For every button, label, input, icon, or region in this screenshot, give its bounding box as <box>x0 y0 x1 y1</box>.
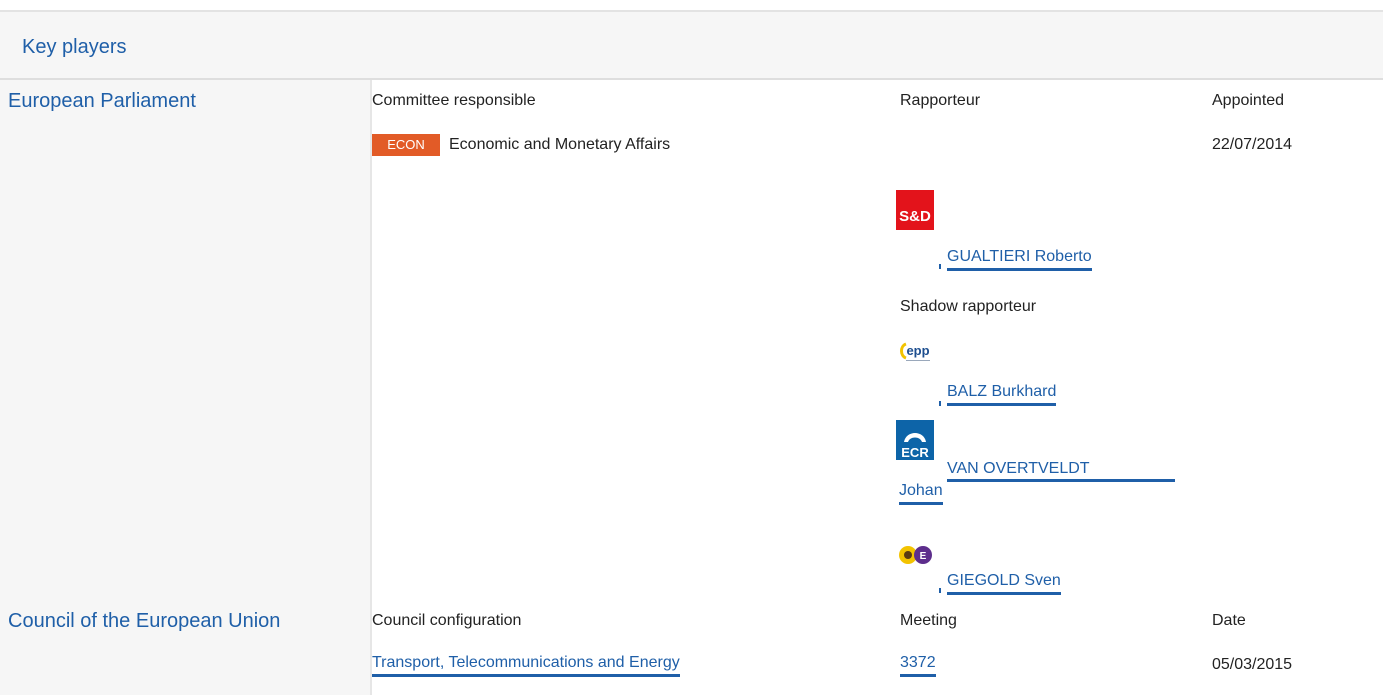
committee-name: Economic and Monetary Affairs <box>449 136 671 153</box>
meeting-link[interactable]: 3372 <box>900 654 936 677</box>
institution-council: Council of the European Union <box>8 610 281 632</box>
svg-text:E: E <box>920 551 927 562</box>
institution-column <box>0 80 370 695</box>
link-tick-mark <box>939 588 941 593</box>
shadow-link-van-overtveldt-line2[interactable]: Johan <box>899 482 943 505</box>
shadow-link-van-overtveldt-line1[interactable]: VAN OVERTVELDT <box>947 460 1090 480</box>
header-date: Date <box>1212 612 1246 629</box>
shadow-link-giegold[interactable]: GIEGOLD Sven <box>947 572 1061 595</box>
key-players-panel: Key players European Parliament Committe… <box>0 10 1383 695</box>
council-date: 05/03/2015 <box>1212 656 1293 673</box>
header-committee-responsible: Committee responsible <box>372 92 536 109</box>
header-appointed: Appointed <box>1212 92 1285 109</box>
sd-logo-icon: S&D <box>896 190 934 230</box>
appointed-date: 22/07/2014 <box>1212 136 1293 153</box>
link-tick-mark <box>939 401 941 406</box>
section-header: Key players <box>0 10 1383 80</box>
svg-text:ECR: ECR <box>901 445 929 460</box>
svg-text:epp: epp <box>906 343 929 358</box>
shadow-rapporteur-label: Shadow rapporteur <box>900 298 1037 315</box>
epp-logo-icon: epp <box>896 332 934 372</box>
committee-code-badge: ECON <box>372 134 440 156</box>
header-council-configuration: Council configuration <box>372 612 522 629</box>
link-tick-mark <box>939 264 941 269</box>
shadow-link-balz[interactable]: BALZ Burkhard <box>947 383 1057 406</box>
greens-efa-logo-icon: E <box>896 540 934 570</box>
council-configuration-link[interactable]: Transport, Telecommunications and Energy <box>372 654 680 677</box>
section-title: Key players <box>22 36 127 58</box>
link-underline <box>947 479 1175 482</box>
header-meeting: Meeting <box>900 612 957 629</box>
institution-european-parliament: European Parliament <box>8 90 196 112</box>
header-rapporteur: Rapporteur <box>900 92 981 109</box>
ecr-logo-icon: ECR <box>896 420 934 460</box>
svg-text:S&D: S&D <box>899 208 931 225</box>
column-divider <box>370 80 372 695</box>
rapporteur-link-gualtieri[interactable]: GUALTIERI Roberto <box>947 248 1092 271</box>
